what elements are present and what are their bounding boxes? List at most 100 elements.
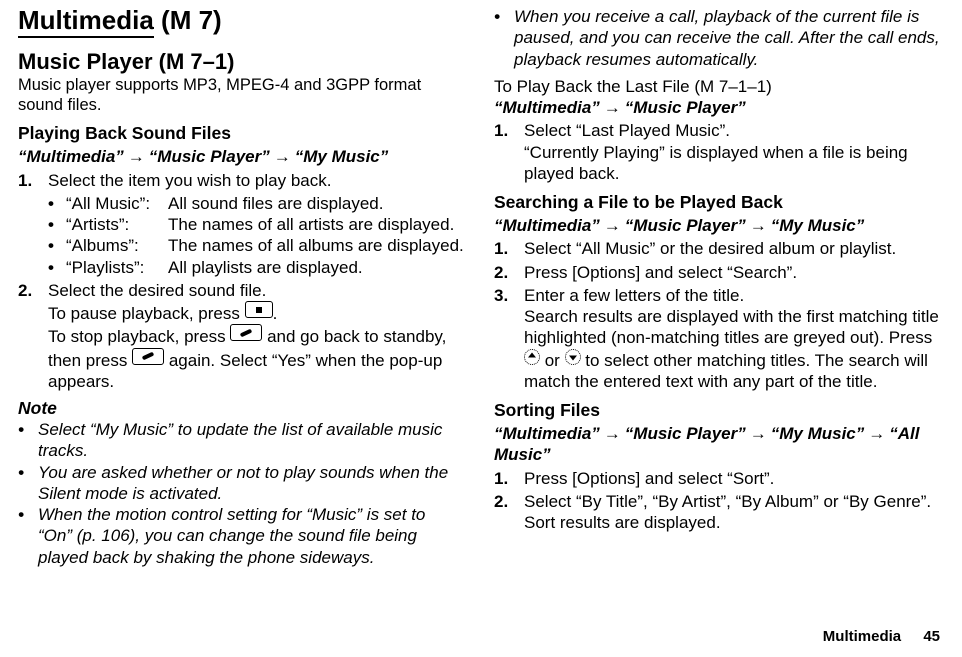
step-number: 2. (18, 280, 44, 392)
footer-page-number: 45 (905, 628, 940, 645)
path-seg: “My Music” (771, 424, 865, 443)
step-number: 1. (494, 238, 520, 259)
def-term: “Playlists”: (66, 257, 164, 278)
def-desc: All playlists are displayed. (168, 257, 464, 278)
path-seg: “Music Player” (625, 424, 746, 443)
footer-label: Multimedia (823, 628, 901, 645)
section-number: (M 7–1) (159, 49, 235, 74)
step-line: Sort results are displayed. (524, 513, 721, 532)
step-body: Select “By Title”, “By Artist”, “By Albu… (524, 491, 940, 534)
step-2: 2. Select “By Title”, “By Artist”, “By A… (494, 491, 940, 534)
path-seg: “My Music” (771, 216, 865, 235)
path-arrow-icon: → (124, 147, 149, 166)
right-column: • When you receive a call, playback of t… (494, 6, 940, 624)
bullet-icon: • (48, 257, 62, 278)
path-arrow-icon: → (600, 98, 625, 117)
notes-list-continued: • When you receive a call, playback of t… (494, 6, 940, 70)
bullet-icon: • (18, 462, 32, 505)
option-definitions: • “All Music”: All sound files are displ… (48, 193, 464, 278)
subheading-playing-back: Playing Back Sound Files (18, 123, 464, 144)
nav-down-icon (565, 349, 581, 365)
step-number: 1. (494, 120, 520, 184)
step-2: 2. Select the desired sound file. To pau… (18, 280, 464, 392)
left-column: Multimedia (M 7) Music Player (M 7–1) Mu… (18, 6, 464, 624)
manual-page: Multimedia (M 7) Music Player (M 7–1) Mu… (0, 0, 962, 657)
playback-steps: 1. Select the item you wish to play back… (18, 170, 464, 393)
step-1: 1. Press [Options] and select “Sort”. (494, 468, 940, 489)
def-desc: The names of all artists are displayed. (168, 214, 464, 235)
step-text: Press [Options] and select “Sort”. (524, 468, 940, 489)
step-text: Press [Options] and select “Search”. (524, 262, 940, 283)
path-seg: “Music Player” (625, 98, 746, 117)
path-arrow-icon: → (746, 424, 771, 443)
step-body: Select the desired sound file. To pause … (48, 280, 464, 392)
def-row: • “Artists”: The names of all artists ar… (48, 214, 464, 235)
page-footer: Multimedia 45 (18, 624, 940, 657)
path-arrow-icon: → (600, 424, 625, 443)
step-3: 3. Enter a few letters of the title. Sea… (494, 285, 940, 392)
note-text: When the motion control setting for “Mus… (38, 504, 464, 568)
step-1: 1. Select “All Music” or the desired alb… (494, 238, 940, 259)
sort-steps: 1. Press [Options] and select “Sort”. 2.… (494, 468, 940, 534)
title-number: (M 7) (161, 5, 222, 35)
path-seg: “Music Player” (149, 147, 270, 166)
note-heading: Note (18, 398, 464, 419)
end-key-icon (230, 324, 262, 341)
step-number: 1. (18, 170, 44, 278)
def-term: “Albums”: (66, 235, 164, 256)
nav-path-4: “Multimedia”→“Music Player”→“My Music”→“… (494, 423, 940, 466)
bullet-icon: • (494, 6, 508, 70)
step-1: 1. Select “Last Played Music”. “Currentl… (494, 120, 940, 184)
subheading-sort: Sorting Files (494, 400, 940, 421)
step-line-part: to select other matching titles. The sea… (524, 351, 928, 391)
path-seg: “Multimedia” (494, 424, 600, 443)
section-heading: Music Player (M 7–1) (18, 49, 464, 74)
step-2: 2. Press [Options] and select “Search”. (494, 262, 940, 283)
note-text: Select “My Music” to update the list of … (38, 419, 464, 462)
step-number: 1. (494, 468, 520, 489)
def-row: • “All Music”: All sound files are displ… (48, 193, 464, 214)
path-arrow-icon: → (270, 147, 295, 166)
content-columns: Multimedia (M 7) Music Player (M 7–1) Mu… (18, 6, 940, 624)
note-text: You are asked whether or not to play sou… (38, 462, 464, 505)
path-arrow-icon: → (864, 424, 889, 443)
step-line-part: or (540, 351, 565, 370)
bullet-icon: • (48, 193, 62, 214)
center-key-icon (245, 301, 273, 318)
path-seg: “Music Player” (625, 216, 746, 235)
nav-path-1: “Multimedia”→“Music Player”→“My Music” (18, 146, 464, 167)
notes-list: • Select “My Music” to update the list o… (18, 419, 464, 568)
subheading-search: Searching a File to be Played Back (494, 192, 940, 213)
note-item: • You are asked whether or not to play s… (18, 462, 464, 505)
def-desc: All sound files are displayed. (168, 193, 464, 214)
step-body: Select the item you wish to play back. •… (48, 170, 464, 278)
step-1: 1. Select the item you wish to play back… (18, 170, 464, 278)
path-seg: “Multimedia” (18, 147, 124, 166)
step-number: 3. (494, 285, 520, 392)
step-text: Select “All Music” or the desired album … (524, 238, 940, 259)
def-desc: The names of all albums are displayed. (168, 235, 464, 256)
bullet-icon: • (18, 419, 32, 462)
step-line: Enter a few letters of the title. (524, 286, 744, 305)
step-line: Select “Last Played Music”. (524, 121, 730, 140)
def-term: “Artists”: (66, 214, 164, 235)
def-row: • “Albums”: The names of all albums are … (48, 235, 464, 256)
bullet-icon: • (48, 214, 62, 235)
path-seg: “Multimedia” (494, 98, 600, 117)
step-line: Select the desired sound file. (48, 281, 266, 300)
subheading-text: To Play Back the Last File (494, 77, 690, 96)
end-key-icon (132, 348, 164, 365)
play-last-steps: 1. Select “Last Played Music”. “Currentl… (494, 120, 940, 184)
path-seg: “Multimedia” (494, 216, 600, 235)
note-item: • Select “My Music” to update the list o… (18, 419, 464, 462)
step-line: “Currently Playing” is displayed when a … (524, 143, 908, 183)
step-line-part: To pause playback, press (48, 304, 245, 323)
step-number: 2. (494, 262, 520, 283)
path-arrow-icon: → (600, 216, 625, 235)
title-main: Multimedia (18, 5, 154, 38)
section-intro: Music player supports MP3, MPEG-4 and 3G… (18, 76, 464, 116)
nav-path-3: “Multimedia”→“Music Player”→“My Music” (494, 215, 940, 236)
step-line-part: . (273, 304, 278, 323)
path-seg: “My Music” (295, 147, 389, 166)
bullet-icon: • (18, 504, 32, 568)
